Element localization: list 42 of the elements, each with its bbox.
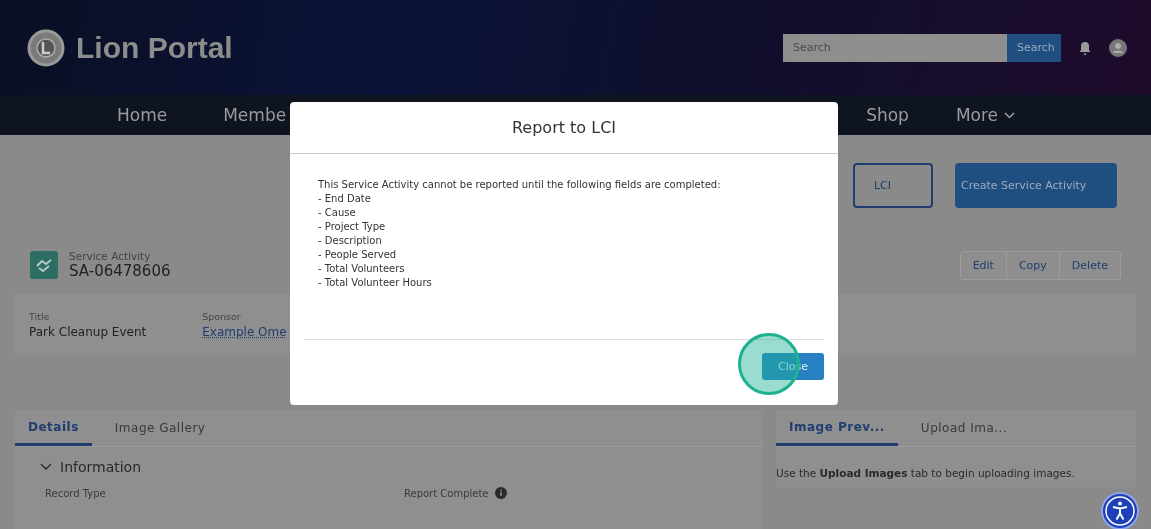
tab[interactable]: Details [15, 410, 92, 446]
lion-emblem-icon [26, 27, 66, 68]
dialog-message: This Service Activity cannot be reported until the following fields are completed: [318, 178, 722, 192]
section-title: Information [60, 459, 142, 475]
accessibility-icon[interactable] [1101, 492, 1139, 529]
nav-link[interactable]: Membe [223, 105, 287, 125]
missing-field-item: - People Served [318, 248, 398, 262]
record-action-button[interactable]: Delete [1058, 251, 1120, 279]
dialog-title: Report to LCI [290, 102, 838, 154]
tab[interactable]: Image Gallery [101, 410, 219, 446]
record-type-label: Service Activity [69, 250, 152, 262]
missing-field-item: - End Date [318, 192, 372, 206]
missing-field-item: - Total Volunteer Hours [318, 276, 433, 290]
missing-field-item: - Description [318, 234, 383, 248]
field-label: Title [29, 311, 51, 322]
chevron-icon[interactable] [40, 463, 52, 471]
bell-icon[interactable] [1079, 40, 1091, 55]
field-label: Record Type [45, 487, 106, 499]
action-button[interactable]: Create Service Activity [955, 163, 1117, 208]
missing-field-item: - Cause [318, 206, 357, 220]
upload-hint: Use the Upload Images tab to begin uploading images. [776, 467, 1076, 479]
tab[interactable]: Upload Ima... [907, 410, 1021, 446]
action-button[interactable]: LCI [853, 163, 933, 208]
search-field[interactable]: Search [783, 33, 1007, 62]
field-value: Park Cleanup Event [29, 325, 147, 339]
tab[interactable]: Image Prev... [776, 410, 898, 446]
record-action-button[interactable]: Edit [960, 251, 1006, 279]
nav-link[interactable]: Shop [866, 105, 909, 125]
missing-field-item: - Project Type [318, 220, 387, 234]
record-action-button[interactable]: Copy [1005, 251, 1059, 279]
missing-field-item: - Total Volunteers [318, 262, 406, 276]
field-label: Report Complete [404, 487, 489, 499]
record-name: SA-06478606 [69, 262, 171, 280]
nav-link[interactable]: More [955, 105, 1016, 125]
field-label: Sponsor [202, 311, 242, 322]
nav-link[interactable]: Home [117, 105, 168, 125]
portal-title[interactable]: Lion Portal [76, 30, 233, 65]
sponsor-link[interactable]: Example Ome [202, 325, 287, 339]
search-button[interactable]: Search [1007, 33, 1061, 62]
chevron-down-icon [1004, 111, 1016, 119]
avatar-icon[interactable] [1109, 38, 1127, 57]
info-icon [494, 487, 507, 499]
